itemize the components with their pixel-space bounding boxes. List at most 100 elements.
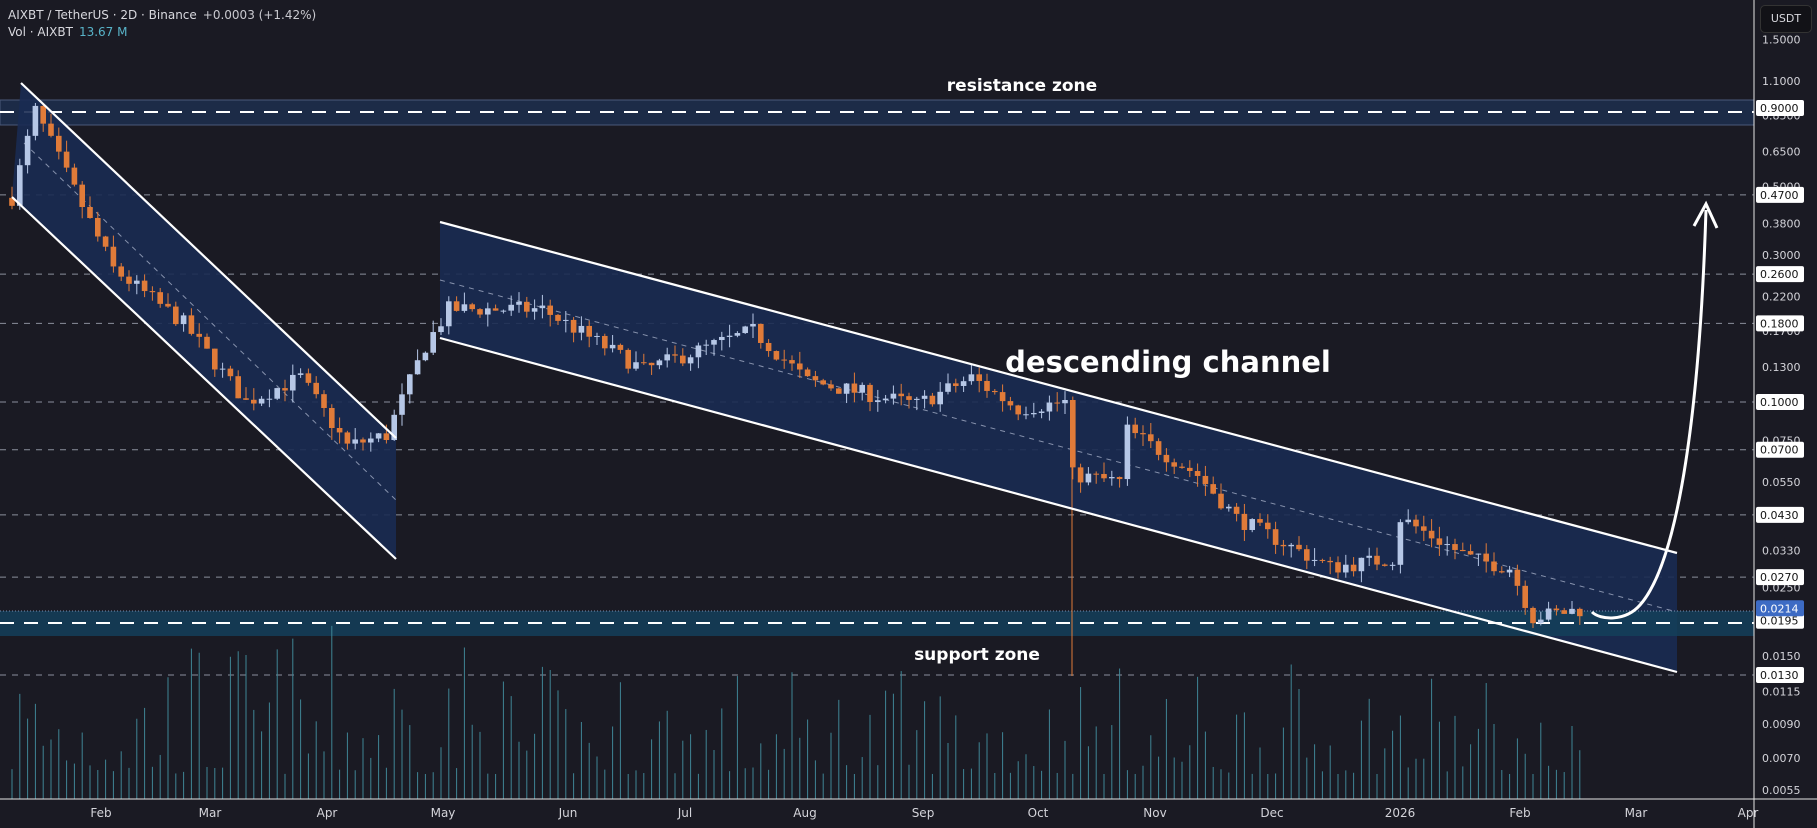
resistance-zone-label: resistance zone [947,76,1097,96]
candle-down [118,266,124,277]
candle-up [1124,424,1131,480]
candle-down [1327,560,1333,563]
candle-down [1522,585,1528,608]
candle-up [407,374,413,395]
candle-down [1514,569,1521,586]
candle-down [40,105,46,124]
candle-up [734,333,741,336]
candle-down [602,335,608,349]
candle-down [1561,610,1567,614]
candle-down [547,305,553,315]
candle-up [687,357,694,364]
candle-down [173,306,179,325]
candle-down [1140,433,1146,435]
candle-down [1015,405,1021,415]
support-zone-label: support zone [914,645,1040,665]
price-tick-label: 0.0090 [1762,718,1801,731]
currency-button[interactable]: USDT [1760,5,1812,33]
candle-up [1569,608,1575,614]
time-tick-label: Jun [558,806,578,820]
candle-up [1545,608,1552,620]
candle-down [383,433,390,441]
descending-channel-label: descending channel [1005,345,1331,379]
candle-down [570,319,577,333]
candle-up [1538,619,1544,624]
candle-down [336,427,343,433]
candle-up [1343,564,1349,573]
candle-down [1241,513,1248,530]
candle-up [1062,399,1068,404]
candle-up [1311,559,1318,561]
candle-up [414,360,421,375]
time-tick-label: Aug [793,806,816,820]
candle-down [149,291,156,293]
time-tick-label: Nov [1143,806,1166,820]
candle-down [625,349,631,369]
price-tick-label: 0.1300 [1762,361,1801,374]
price-level-label: 0.0430 [1760,509,1799,522]
candle-up [531,308,538,312]
candle-down [836,388,842,394]
candle-down [282,388,288,391]
candle-up [1038,411,1045,413]
candle-down [1155,441,1162,455]
candle-up [180,315,187,325]
candle-down [1350,564,1357,572]
candle-down [1171,462,1177,467]
candle-down [1467,551,1474,555]
candle-down [1460,549,1466,552]
candle-up [1358,557,1365,572]
candle-down [812,376,819,381]
candle-up [500,310,507,312]
candle-down [344,432,351,444]
candle-down [126,276,132,284]
time-tick-label: 2026 [1385,806,1416,820]
price-tick-label: 0.0115 [1762,685,1801,698]
candle-down [1210,484,1216,494]
candle-down [1452,544,1458,550]
candle-down [1265,522,1271,530]
candle-down [765,342,772,352]
price-tick-label: 0.0330 [1762,544,1801,557]
candle-up [422,352,429,361]
candle-up [1249,519,1255,530]
candle-down [641,362,647,364]
candle-up [882,398,889,401]
candle-up [742,326,748,334]
candle-down [63,151,70,168]
time-tick-label: Mar [199,806,222,820]
price-level-label: 0.0130 [1760,669,1799,682]
candle-down [773,351,780,360]
price-chart[interactable]: resistance zone descending channel suppo… [0,0,1817,828]
candle-down [1093,473,1099,475]
time-tick-label: Apr [317,806,338,820]
candle-up [703,344,709,346]
candle-down [1374,555,1380,565]
symbol-title[interactable]: AIXBT / TetherUS · 2D · Binance [8,8,197,22]
candle-down [851,383,858,393]
volume-value: 13.67 M [78,25,128,39]
price-level-label: 0.4700 [1760,189,1799,202]
current-price-label: 0.0214 [1760,602,1799,615]
candle-down [1077,467,1084,483]
candle-down [906,396,912,400]
candle-down [1101,473,1107,479]
candle-up [24,135,31,166]
time-tick-label: Oct [1028,806,1049,820]
candle-down [999,392,1006,402]
candle-up [539,305,546,309]
candle-down [1257,519,1263,523]
candle-up [890,393,897,399]
candle-up [352,439,358,444]
volume-label[interactable]: Vol · AIXBT [8,25,73,39]
candle-down [227,368,234,377]
candle-down [56,135,62,152]
candle-up [1109,477,1115,479]
candle-down [929,395,936,405]
candle-down [828,384,834,389]
candle-up [664,354,670,361]
candle-down [1148,434,1154,442]
candle-up [711,340,717,345]
candle-up [461,304,468,311]
candle-up [719,336,725,341]
